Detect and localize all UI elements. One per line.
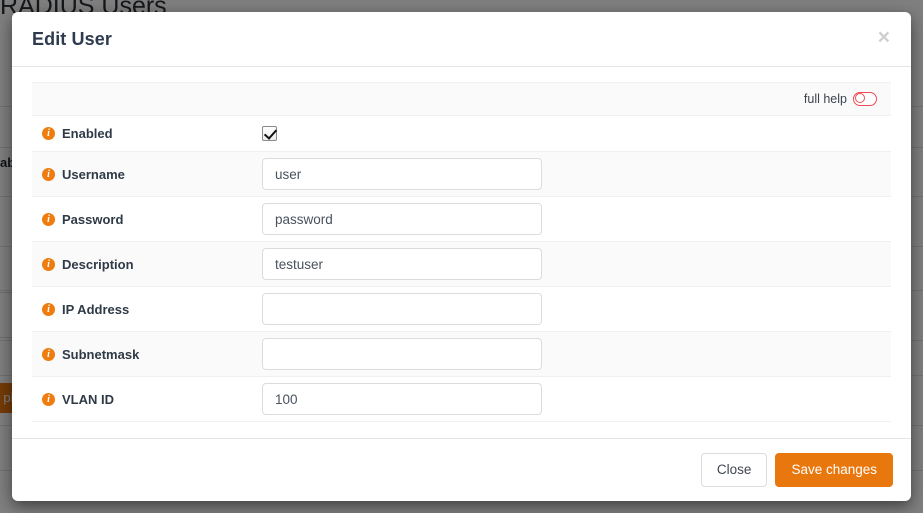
field-label-username: i Username <box>42 167 262 182</box>
close-button[interactable]: Close <box>701 453 768 487</box>
info-icon[interactable]: i <box>42 258 55 271</box>
info-icon[interactable]: i <box>42 348 55 361</box>
subnetmask-input[interactable] <box>262 338 542 370</box>
field-label-vlan-id: i VLAN ID <box>42 392 262 407</box>
field-label-text: Username <box>62 167 125 182</box>
field-control-password <box>262 203 891 235</box>
info-icon[interactable]: i <box>42 213 55 226</box>
field-control-vlan-id <box>262 383 891 415</box>
full-help-row: full help <box>32 82 891 116</box>
full-help-label: full help <box>804 92 847 106</box>
field-label-text: VLAN ID <box>62 392 114 407</box>
modal-header: Edit User × <box>12 12 911 67</box>
field-label-text: Subnetmask <box>62 347 139 362</box>
vlan-id-input[interactable] <box>262 383 542 415</box>
field-label-description: i Description <box>42 257 262 272</box>
field-label-subnetmask: i Subnetmask <box>42 347 262 362</box>
description-input[interactable] <box>262 248 542 280</box>
field-label-enabled: i Enabled <box>42 126 262 141</box>
field-label-ip-address: i IP Address <box>42 302 262 317</box>
info-icon[interactable]: i <box>42 303 55 316</box>
field-control-subnetmask <box>262 338 891 370</box>
save-changes-button[interactable]: Save changes <box>775 453 893 487</box>
field-control-enabled <box>262 125 891 143</box>
field-label-text: Description <box>62 257 134 272</box>
field-label-text: Password <box>62 212 123 227</box>
enabled-checkbox[interactable] <box>262 126 277 141</box>
page-root: RADIUS Users ab ply € Edit User × full h… <box>0 0 923 513</box>
form-row: i Description <box>32 242 891 287</box>
field-label-password: i Password <box>42 212 262 227</box>
password-input[interactable] <box>262 203 542 235</box>
form-row: i Enabled <box>32 116 891 152</box>
info-icon[interactable]: i <box>42 393 55 406</box>
form-row: i Subnetmask <box>32 332 891 377</box>
info-icon[interactable]: i <box>42 127 55 140</box>
form-row: i Password <box>32 197 891 242</box>
form-row: i IP Address <box>32 287 891 332</box>
field-control-description <box>262 248 891 280</box>
username-input[interactable] <box>262 158 542 190</box>
edit-user-modal: Edit User × full help i Enabled <box>12 12 911 501</box>
field-control-username <box>262 158 891 190</box>
field-label-text: IP Address <box>62 302 129 317</box>
field-label-text: Enabled <box>62 126 113 141</box>
toggle-knob <box>855 93 865 103</box>
info-icon[interactable]: i <box>42 168 55 181</box>
full-help-toggle[interactable] <box>853 92 877 106</box>
form-row: i Username <box>32 152 891 197</box>
form-row: i VLAN ID <box>32 377 891 422</box>
modal-title: Edit User <box>32 29 112 50</box>
close-icon[interactable]: × <box>874 23 894 52</box>
modal-footer: Close Save changes <box>12 438 911 501</box>
ip-address-input[interactable] <box>262 293 542 325</box>
field-control-ip-address <box>262 293 891 325</box>
modal-body: full help i Enabled i Username <box>12 67 911 438</box>
